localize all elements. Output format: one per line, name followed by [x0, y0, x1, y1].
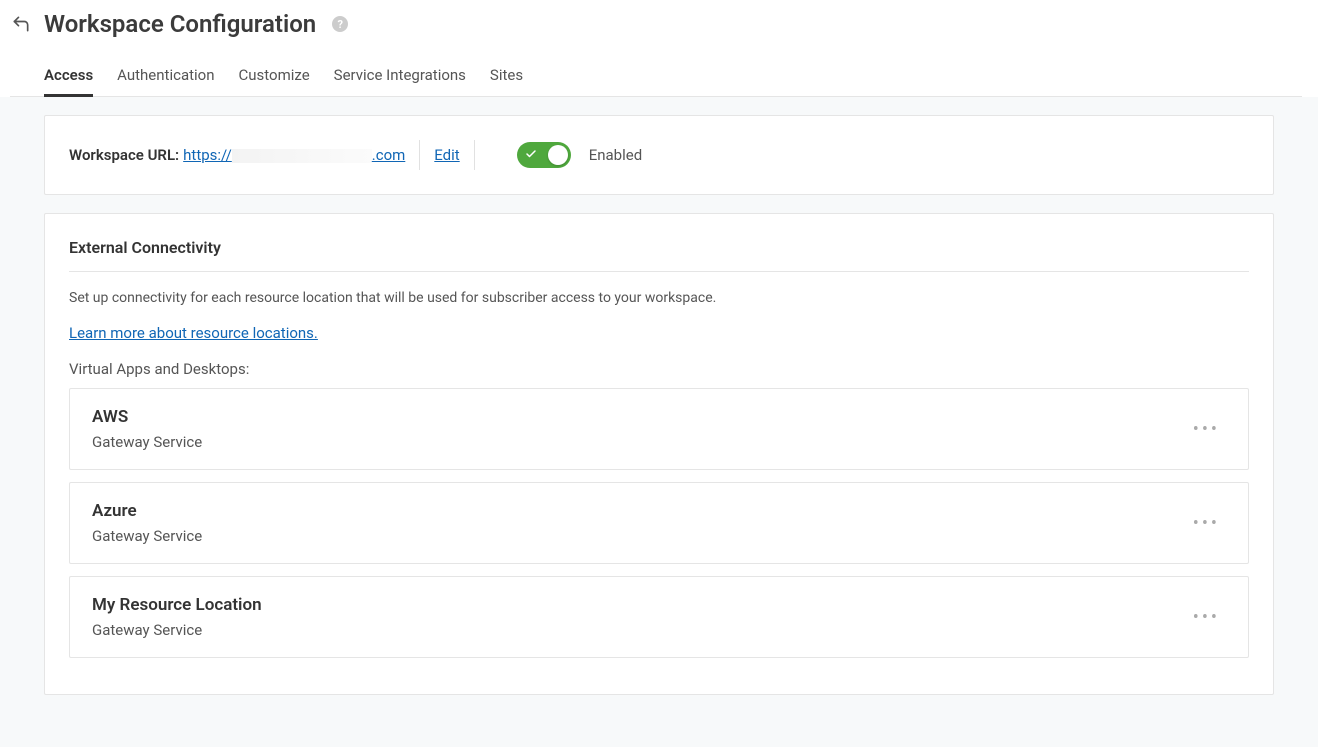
- resource-row-azure: Azure Gateway Service •••: [69, 482, 1249, 564]
- enabled-toggle[interactable]: [517, 142, 571, 168]
- workspace-url-card: Workspace URL: https:// .com Edit Enabled: [44, 115, 1274, 195]
- url-redacted: [232, 149, 372, 163]
- help-icon[interactable]: ?: [332, 16, 348, 32]
- section-title: External Connectivity: [69, 238, 1249, 272]
- resource-name: AWS: [92, 407, 202, 427]
- resource-row-aws: AWS Gateway Service •••: [69, 388, 1249, 470]
- page-title: Workspace Configuration: [44, 10, 316, 38]
- resource-row-my-resource-location: My Resource Location Gateway Service •••: [69, 576, 1249, 658]
- back-arrow-icon[interactable]: [10, 13, 32, 35]
- tab-authentication[interactable]: Authentication: [117, 58, 214, 97]
- more-icon[interactable]: •••: [1187, 507, 1226, 540]
- url-suffix: .com: [372, 146, 406, 164]
- section-description: Set up connectivity for each resource lo…: [69, 290, 1249, 306]
- tab-bar: Access Authentication Customize Service …: [10, 58, 1302, 97]
- toggle-state-label: Enabled: [589, 146, 642, 164]
- subsection-label: Virtual Apps and Desktops:: [69, 360, 1249, 378]
- resource-name: Azure: [92, 501, 202, 521]
- edit-link[interactable]: Edit: [434, 146, 459, 164]
- external-connectivity-card: External Connectivity Set up connectivit…: [44, 213, 1274, 695]
- resource-subtitle: Gateway Service: [92, 433, 202, 451]
- tab-customize[interactable]: Customize: [239, 58, 310, 97]
- url-prefix: https://: [183, 146, 232, 164]
- tab-access[interactable]: Access: [44, 58, 93, 97]
- toggle-knob: [548, 145, 568, 165]
- workspace-url-link[interactable]: https:// .com: [183, 146, 405, 164]
- resource-subtitle: Gateway Service: [92, 527, 202, 545]
- more-icon[interactable]: •••: [1187, 413, 1226, 446]
- resource-name: My Resource Location: [92, 595, 262, 615]
- more-icon[interactable]: •••: [1187, 601, 1226, 634]
- learn-more-link[interactable]: Learn more about resource locations.: [69, 324, 318, 342]
- divider: [419, 140, 420, 170]
- tab-service-integrations[interactable]: Service Integrations: [334, 58, 466, 97]
- workspace-url-label: Workspace URL:: [69, 146, 179, 164]
- resource-subtitle: Gateway Service: [92, 621, 262, 639]
- tab-sites[interactable]: Sites: [490, 58, 523, 97]
- divider: [474, 140, 475, 170]
- check-icon: [525, 148, 537, 163]
